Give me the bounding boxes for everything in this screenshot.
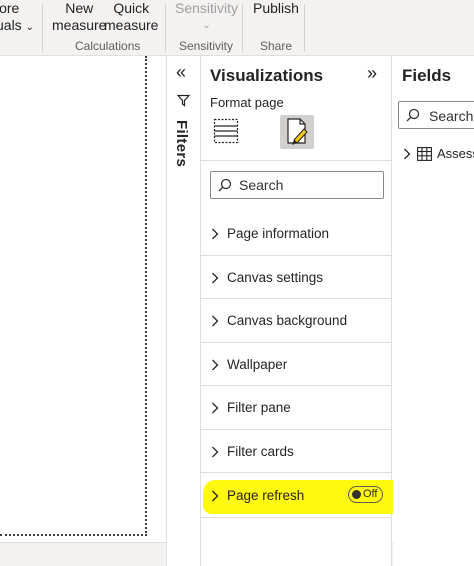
format-page-label: Format page xyxy=(210,95,284,110)
sensitivity-button[interactable]: Sensitivity ⌄ xyxy=(175,0,238,34)
chevron-right-icon xyxy=(211,271,219,289)
chevron-right-icon xyxy=(211,401,219,419)
collapse-left-icon[interactable]: « xyxy=(176,62,186,83)
section-page-information[interactable]: Page information xyxy=(201,212,392,256)
filter-icon xyxy=(176,94,191,112)
chevron-right-icon xyxy=(403,147,411,165)
ribbon-separator xyxy=(165,4,166,52)
publish-button[interactable]: Publish xyxy=(253,0,299,17)
ribbon: lore uals ⌄ New measure Quick measure Ca… xyxy=(0,0,474,56)
more-visuals-button[interactable]: lore uals ⌄ xyxy=(0,0,34,36)
filters-pane-collapsed[interactable]: « Filters xyxy=(166,56,201,566)
page-boundary xyxy=(0,56,147,536)
search-icon xyxy=(218,178,232,197)
group-label-sensitivity: Sensitivity xyxy=(179,39,234,53)
section-canvas-settings[interactable]: Canvas settings xyxy=(201,256,392,299)
divider xyxy=(201,160,392,161)
build-visual-icon[interactable] xyxy=(213,118,239,144)
ribbon-separator xyxy=(304,4,305,52)
quick-measure-button[interactable]: Quick measure xyxy=(104,0,158,34)
format-sections: Page information Canvas settings Canvas … xyxy=(201,212,392,473)
chevron-down-icon: ⌄ xyxy=(202,20,211,31)
chevron-right-icon xyxy=(211,489,219,507)
section-label: Page refresh xyxy=(227,488,305,503)
chevron-right-icon xyxy=(211,227,219,245)
new-measure-button[interactable]: New measure xyxy=(52,0,106,34)
format-search-input[interactable] xyxy=(239,175,379,195)
visualizations-title: Visualizations xyxy=(210,66,324,85)
fields-search-box[interactable]: Search xyxy=(398,101,474,129)
expand-right-icon[interactable]: » xyxy=(367,63,377,84)
search-icon xyxy=(406,108,420,127)
fields-pane: Fields Search Assess xyxy=(393,56,474,566)
section-label: Canvas background xyxy=(227,313,348,328)
format-search-box[interactable] xyxy=(210,171,384,199)
report-canvas[interactable] xyxy=(0,56,166,542)
section-label: Filter pane xyxy=(227,400,291,415)
toggle-state-label: Off xyxy=(363,488,378,500)
section-label: Filter cards xyxy=(227,443,294,459)
chevron-right-icon xyxy=(211,358,219,376)
group-label-calculations: Calculations xyxy=(75,39,141,53)
section-filter-cards[interactable]: Filter cards xyxy=(201,430,392,473)
fields-title: Fields xyxy=(402,66,452,85)
section-filter-pane[interactable]: Filter pane xyxy=(201,386,392,430)
filters-label[interactable]: Filters xyxy=(173,120,190,167)
section-wallpaper[interactable]: Wallpaper xyxy=(201,343,392,386)
section-label: Canvas settings xyxy=(227,269,324,285)
table-icon xyxy=(417,147,432,166)
fields-search-placeholder: Search xyxy=(429,108,474,124)
chevron-down-icon: ⌄ xyxy=(25,22,34,33)
toggle-knob xyxy=(352,490,361,499)
chevron-right-icon xyxy=(211,445,219,463)
ribbon-separator xyxy=(242,4,243,52)
section-label: Wallpaper xyxy=(227,356,288,372)
ribbon-separator xyxy=(42,4,43,52)
group-label-share: Share xyxy=(260,39,293,53)
chevron-right-icon xyxy=(211,314,219,332)
section-page-refresh[interactable]: Page refresh Off xyxy=(201,474,392,518)
field-table-label: Assess xyxy=(437,146,474,161)
page-refresh-toggle[interactable]: Off xyxy=(348,486,383,503)
section-label: Page information xyxy=(227,226,330,241)
section-canvas-background[interactable]: Canvas background xyxy=(201,299,392,343)
format-page-icon[interactable] xyxy=(280,115,314,149)
